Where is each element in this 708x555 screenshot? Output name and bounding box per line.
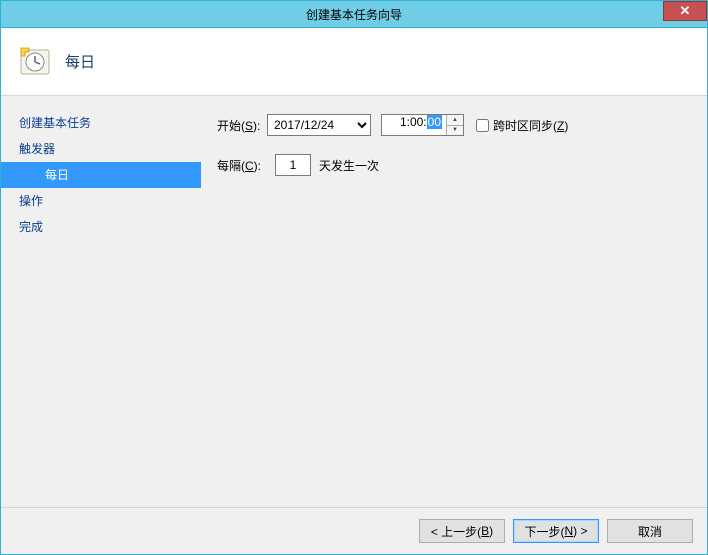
start-time-value[interactable]: 1:00:00 bbox=[382, 115, 446, 135]
content-pane: 开始(S): 2017/12/24 1:00:00 ▲ ▼ 跨时区同 bbox=[201, 96, 707, 507]
close-icon: ✕ bbox=[680, 3, 691, 19]
close-button[interactable]: ✕ bbox=[663, 1, 707, 21]
cancel-button[interactable]: 取消 bbox=[607, 519, 693, 543]
body: 创建基本任务触发器每日操作完成 开始(S): 2017/12/24 1:00:0… bbox=[1, 96, 707, 507]
recur-row: 每隔(C): 天发生一次 bbox=[217, 154, 691, 176]
recur-label: 每隔(C): bbox=[217, 157, 267, 174]
window-title: 创建基本任务向导 bbox=[1, 6, 707, 23]
start-time-spinner[interactable]: 1:00:00 ▲ ▼ bbox=[381, 114, 464, 136]
recur-suffix: 天发生一次 bbox=[319, 157, 379, 174]
footer: < 上一步(B) 下一步(N) > 取消 bbox=[1, 507, 707, 554]
wizard-window: 创建基本任务向导 ✕ 每日 创建基本任务触发器每日操作完成 开始(S): 201… bbox=[0, 0, 708, 555]
next-button[interactable]: 下一步(N) > bbox=[513, 519, 599, 543]
time-spinner-buttons: ▲ ▼ bbox=[446, 115, 463, 135]
sync-timezone-checkbox[interactable] bbox=[476, 119, 489, 132]
page-title: 每日 bbox=[65, 51, 95, 72]
sync-timezone-label: 跨时区同步(Z) bbox=[493, 117, 568, 134]
header-strip: 每日 bbox=[1, 28, 707, 96]
spin-down-icon[interactable]: ▼ bbox=[447, 126, 463, 136]
recur-days-input[interactable] bbox=[275, 154, 311, 176]
start-label: 开始(S): bbox=[217, 117, 267, 134]
sidebar-item-4[interactable]: 完成 bbox=[1, 214, 201, 240]
titlebar: 创建基本任务向导 ✕ bbox=[1, 1, 707, 28]
sidebar-item-1[interactable]: 触发器 bbox=[1, 136, 201, 162]
start-row: 开始(S): 2017/12/24 1:00:00 ▲ ▼ 跨时区同 bbox=[217, 114, 691, 136]
start-date-picker[interactable]: 2017/12/24 bbox=[267, 114, 371, 136]
back-button[interactable]: < 上一步(B) bbox=[419, 519, 505, 543]
wizard-steps-sidebar: 创建基本任务触发器每日操作完成 bbox=[1, 96, 201, 507]
sidebar-item-0[interactable]: 创建基本任务 bbox=[1, 110, 201, 136]
sidebar-item-3[interactable]: 操作 bbox=[1, 188, 201, 214]
sidebar-item-2[interactable]: 每日 bbox=[1, 162, 201, 188]
spin-up-icon[interactable]: ▲ bbox=[447, 115, 463, 126]
clock-new-icon bbox=[19, 46, 51, 78]
